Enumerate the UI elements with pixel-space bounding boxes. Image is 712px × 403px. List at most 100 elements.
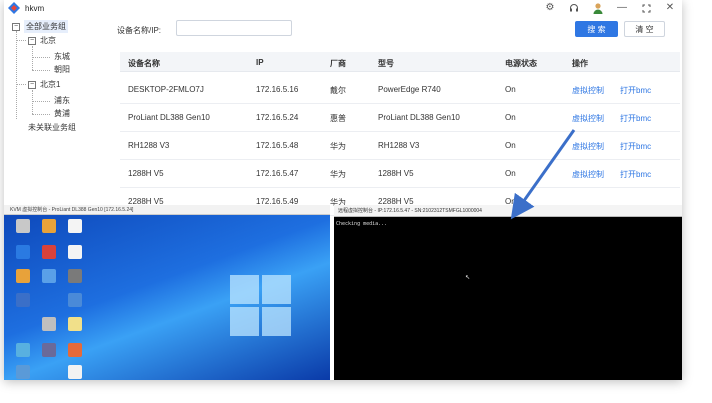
tree-node-label: 黄浦 bbox=[54, 109, 70, 118]
tree-node-leaf[interactable]: 浦东 bbox=[54, 95, 70, 106]
file-icon[interactable] bbox=[68, 365, 82, 379]
search-button[interactable]: 搜 索 bbox=[575, 21, 618, 37]
file-icon[interactable] bbox=[68, 317, 82, 331]
tree-node-group[interactable]: − 北京1 bbox=[28, 79, 60, 90]
cell-name: DESKTOP-2FMLO7J bbox=[128, 85, 204, 94]
mouse-cursor-icon: ↖ bbox=[465, 275, 471, 281]
search-input[interactable] bbox=[176, 20, 292, 36]
column-header-name[interactable]: 设备名称 bbox=[128, 58, 160, 69]
app-icon[interactable] bbox=[16, 365, 30, 379]
tree-connector bbox=[32, 70, 50, 71]
collapse-icon[interactable]: − bbox=[28, 80, 36, 89]
table-row[interactable]: DESKTOP-2FMLO7J 172.16.5.16 戴尔 PowerEdge… bbox=[120, 76, 680, 104]
table-row[interactable]: ProLiant DL388 Gen10 172.16.5.24 惠普 ProL… bbox=[120, 104, 680, 132]
tree-connector bbox=[32, 114, 50, 115]
title-bar: hkvm ⚙ — ✕ bbox=[4, 0, 682, 16]
remote-window-titlebar: KVM 虚拟控制台 - ProLiant DL388 Gen10 [172.16… bbox=[4, 205, 330, 215]
virtual-control-link[interactable]: 虚拟控制 bbox=[572, 169, 604, 180]
app-icon[interactable] bbox=[16, 293, 30, 307]
cell-vendor: 惠普 bbox=[330, 114, 346, 123]
tree-connector bbox=[16, 31, 17, 119]
tree-node-leaf[interactable]: 朝阳 bbox=[54, 64, 70, 75]
cell-vendor: 华为 bbox=[330, 170, 346, 179]
app-icon[interactable] bbox=[42, 317, 56, 331]
open-bmc-link[interactable]: 打开bmc bbox=[620, 85, 651, 96]
tree-connector bbox=[32, 46, 33, 70]
cell-power: On bbox=[505, 113, 516, 122]
cell-ip: 172.16.5.24 bbox=[256, 113, 299, 122]
cell-model: PowerEdge R740 bbox=[378, 85, 441, 94]
tree-node-label: 朝阳 bbox=[54, 65, 70, 74]
headset-icon[interactable] bbox=[568, 2, 580, 14]
cell-name: ProLiant DL388 Gen10 bbox=[128, 113, 210, 122]
collapse-icon[interactable]: − bbox=[12, 22, 20, 31]
tree-node-leaf[interactable]: 东城 bbox=[54, 51, 70, 62]
tree-node-ungrouped[interactable]: 未关联业务组 bbox=[28, 122, 76, 133]
table-row[interactable]: 1288H V5 172.16.5.47 华为 1288H V5 On 虚拟控制… bbox=[120, 160, 680, 188]
tree-node-group[interactable]: − 北京 bbox=[28, 35, 56, 46]
column-header-vendor[interactable]: 厂商 bbox=[330, 58, 346, 69]
cell-model: RH1288 V3 bbox=[378, 141, 420, 150]
file-icon[interactable] bbox=[68, 219, 82, 233]
app-icon[interactable] bbox=[42, 269, 56, 283]
app-icon[interactable] bbox=[42, 343, 56, 357]
cell-model: 1288H V5 bbox=[378, 169, 414, 178]
column-header-power[interactable]: 电源状态 bbox=[505, 58, 537, 69]
minimize-icon[interactable]: — bbox=[616, 2, 628, 14]
remote-window-titlebar: 远程虚拟控制台 - IP:172.16.5.47 - SN:2102312TSM… bbox=[334, 205, 682, 217]
cell-power: On bbox=[505, 141, 516, 150]
tree-connector bbox=[32, 101, 50, 102]
cell-name: 1288H V5 bbox=[128, 169, 164, 178]
folder-icon[interactable] bbox=[16, 269, 30, 283]
tree-node-label: 北京1 bbox=[40, 80, 61, 89]
open-bmc-link[interactable]: 打开bmc bbox=[620, 169, 651, 180]
cube-icon[interactable] bbox=[68, 269, 82, 283]
cell-ip: 172.16.5.16 bbox=[256, 85, 299, 94]
avatar[interactable] bbox=[592, 2, 604, 14]
windows-logo-icon bbox=[230, 275, 292, 337]
cell-power: On bbox=[505, 169, 516, 178]
virtual-control-link[interactable]: 虚拟控制 bbox=[572, 113, 604, 124]
tree-node-root[interactable]: − 全部业务组 bbox=[12, 20, 68, 33]
remote-desktop-windows[interactable]: KVM 虚拟控制台 - ProLiant DL388 Gen10 [172.16… bbox=[4, 205, 330, 380]
cell-power: On bbox=[505, 85, 516, 94]
tree-connector bbox=[32, 90, 33, 114]
network-icon[interactable] bbox=[68, 293, 82, 307]
close-icon[interactable]: ✕ bbox=[664, 2, 676, 14]
clear-button[interactable]: 清 空 bbox=[624, 21, 665, 37]
cell-vendor: 华为 bbox=[330, 142, 346, 151]
collapse-icon[interactable]: − bbox=[28, 36, 36, 45]
tree-node-leaf[interactable]: 黄浦 bbox=[54, 108, 70, 119]
network-icon[interactable] bbox=[16, 343, 30, 357]
remote-console[interactable]: 远程虚拟控制台 - IP:172.16.5.47 - SN:2102312TSM… bbox=[334, 205, 682, 380]
recycle-bin-icon[interactable] bbox=[16, 219, 30, 233]
cell-name: RH1288 V3 bbox=[128, 141, 170, 150]
maximize-icon[interactable] bbox=[640, 2, 652, 14]
app-title: hkvm bbox=[25, 3, 45, 13]
virtual-control-link[interactable]: 虚拟控制 bbox=[572, 85, 604, 96]
column-header-ip[interactable]: IP bbox=[256, 58, 264, 67]
app-icon[interactable] bbox=[68, 343, 82, 357]
tree-node-label: 北京 bbox=[40, 36, 56, 45]
console-output: Checking media... bbox=[336, 221, 388, 227]
cell-vendor: 戴尔 bbox=[330, 86, 346, 95]
virtual-control-link[interactable]: 虚拟控制 bbox=[572, 141, 604, 152]
app-logo-icon bbox=[8, 2, 20, 14]
gear-icon[interactable]: ⚙ bbox=[544, 2, 556, 14]
tree-connector bbox=[32, 57, 50, 58]
tree-node-label: 东城 bbox=[54, 52, 70, 61]
browser-icon[interactable] bbox=[16, 245, 30, 259]
open-bmc-link[interactable]: 打开bmc bbox=[620, 141, 651, 152]
column-header-model[interactable]: 型号 bbox=[378, 58, 394, 69]
app-window: hkvm ⚙ — ✕ − 全部业务组 − 北京 东城 朝阳 − 北京1 浦东 黄… bbox=[4, 0, 682, 380]
tree-node-label: 浦东 bbox=[54, 96, 70, 105]
archive-icon[interactable] bbox=[42, 245, 56, 259]
open-bmc-link[interactable]: 打开bmc bbox=[620, 113, 651, 124]
cell-ip: 172.16.5.48 bbox=[256, 141, 299, 150]
table-row[interactable]: RH1288 V3 172.16.5.48 华为 RH1288 V3 On 虚拟… bbox=[120, 132, 680, 160]
search-label: 设备名称/IP: bbox=[117, 26, 162, 35]
column-header-actions[interactable]: 操作 bbox=[572, 58, 588, 69]
tree-connector bbox=[16, 40, 26, 41]
file-icon[interactable] bbox=[68, 245, 82, 259]
archive-icon[interactable] bbox=[42, 219, 56, 233]
